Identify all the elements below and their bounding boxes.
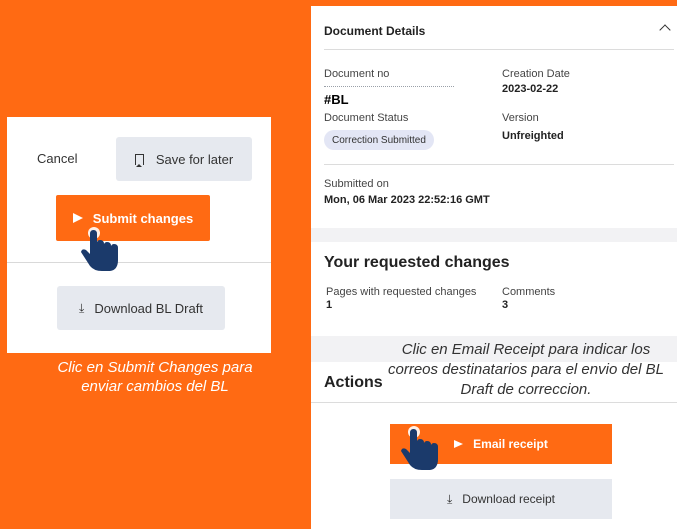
divider — [324, 49, 674, 50]
save-for-later-label: Save for later — [155, 151, 234, 167]
left-card-actions: Cancel Save for later Submit changes — [7, 117, 271, 263]
arrow-right-icon — [454, 440, 464, 448]
comments-label: Comments — [502, 286, 556, 298]
creation-date-value: 2023-02-22 — [502, 83, 559, 95]
document-no-label: Document no — [324, 68, 390, 80]
creation-date-label: Creation Date — [502, 68, 570, 80]
bookmark-icon — [134, 153, 144, 167]
hand-pointer-icon — [401, 426, 438, 470]
divider — [324, 164, 674, 165]
document-no-value: #BL — [324, 92, 349, 107]
document-details-title: Document Details — [324, 24, 426, 38]
left-card: Cancel Save for later Submit changes ⤓ D… — [7, 117, 271, 353]
comments-value: 3 — [502, 299, 509, 311]
document-no-redacted — [324, 86, 454, 89]
section-gap — [311, 228, 677, 242]
version-label: Version — [502, 112, 539, 124]
chevron-up-icon[interactable] — [659, 24, 671, 36]
arrow-right-icon — [72, 213, 83, 223]
version-value: Unfreighted — [502, 130, 564, 142]
download-receipt-label: Download receipt — [462, 492, 556, 506]
download-icon: ⤓ — [79, 300, 85, 315]
divider — [7, 262, 271, 263]
cancel-button[interactable]: Cancel — [37, 151, 77, 166]
download-bl-draft-label: Download BL Draft — [94, 300, 203, 316]
document-status-label: Document Status — [324, 112, 409, 124]
save-for-later-button[interactable]: Save for later — [116, 137, 252, 181]
download-bl-draft-button[interactable]: ⤓ Download BL Draft — [57, 286, 225, 330]
divider — [311, 402, 677, 403]
email-receipt-label: Email receipt — [473, 437, 548, 451]
submitted-on-label: Submitted on — [324, 178, 389, 190]
actions-title: Actions — [324, 374, 383, 391]
caption-submit: Clic en Submit Changes para enviar cambi… — [57, 359, 253, 395]
document-panel: Document Details Document no #BL Creatio… — [311, 6, 677, 529]
download-icon: ⤓ — [446, 491, 453, 506]
hand-pointer-icon — [81, 227, 118, 271]
pages-value: 1 — [326, 299, 333, 311]
status-badge: Correction Submitted — [324, 130, 434, 150]
requested-changes-title: Your requested changes — [324, 254, 510, 271]
download-receipt-button[interactable]: ⤓ Download receipt — [390, 479, 612, 519]
submitted-on-value: Mon, 06 Mar 2023 22:52:16 GMT — [324, 194, 490, 206]
pages-label: Pages with requested changes — [326, 286, 477, 298]
caption-email-receipt: Clic en Email Receipt para indicar los c… — [388, 341, 664, 398]
